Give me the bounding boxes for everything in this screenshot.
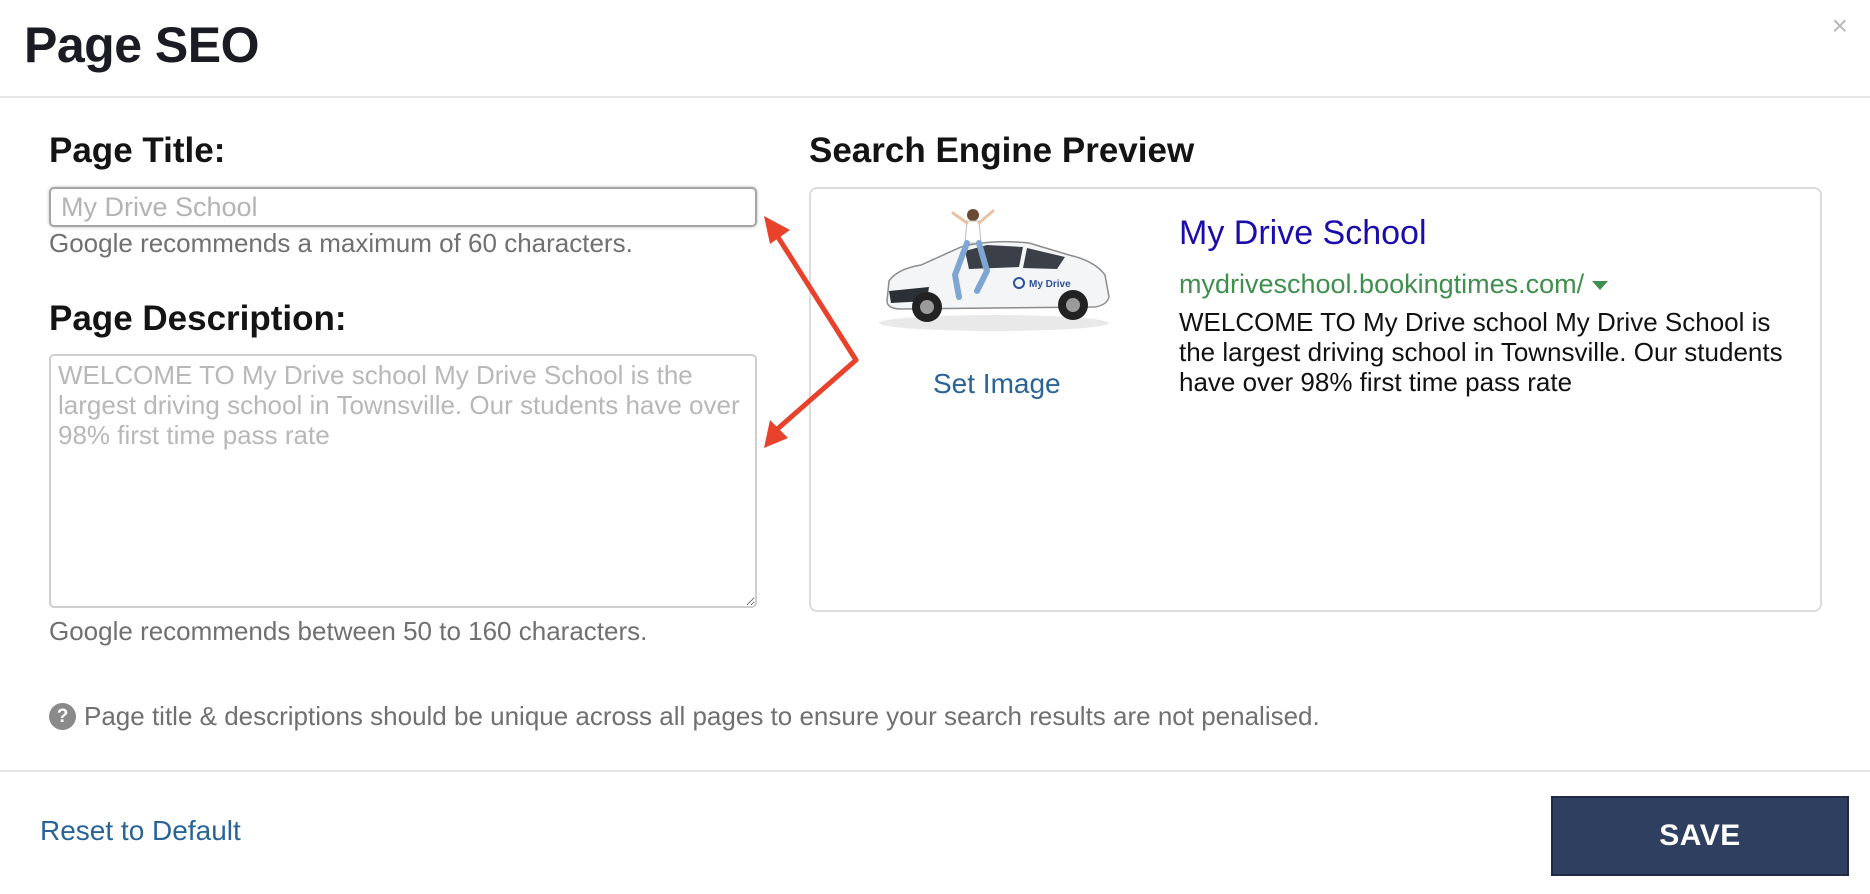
set-image-link[interactable]: Set Image xyxy=(933,368,1061,400)
help-icon: ? xyxy=(49,703,76,730)
search-preview-heading: Search Engine Preview xyxy=(809,131,1195,170)
page-description-hint: Google recommends between 50 to 160 char… xyxy=(49,616,648,646)
serp-result-title: My Drive School xyxy=(1179,214,1427,252)
thumbnail-brand-text: My Drive xyxy=(1029,279,1071,290)
serp-result-description: WELCOME TO My Drive school My Drive Scho… xyxy=(1179,307,1783,397)
page-title-label: Page Title: xyxy=(49,131,226,170)
footer-divider xyxy=(0,770,1870,772)
car-photo-icon: My Drive xyxy=(879,209,1110,331)
modal-header: Page SEO × xyxy=(0,0,1870,98)
serp-result-url: mydriveschool.bookingtimes.com/ xyxy=(1179,269,1609,300)
annotation-arrows xyxy=(764,216,859,448)
serp-url-text: mydriveschool.bookingtimes.com/ xyxy=(1179,269,1585,299)
save-button[interactable]: SAVE xyxy=(1551,796,1849,876)
page-title-hint: Google recommends a maximum of 60 charac… xyxy=(49,228,633,258)
modal-title: Page SEO xyxy=(24,17,260,73)
search-preview-box: My Drive Set Image My Drive School mydri… xyxy=(809,187,1822,612)
page-description-label: Page Description: xyxy=(49,299,347,338)
page-title-input[interactable] xyxy=(49,187,757,227)
close-icon[interactable]: × xyxy=(1832,10,1848,42)
reset-to-default-link[interactable]: Reset to Default xyxy=(40,815,241,847)
page-description-textarea[interactable] xyxy=(49,354,757,608)
url-dropdown-icon xyxy=(1592,281,1609,291)
seo-note: ? Page title & descriptions should be un… xyxy=(49,701,1320,732)
seo-note-text: Page title & descriptions should be uniq… xyxy=(84,701,1320,731)
